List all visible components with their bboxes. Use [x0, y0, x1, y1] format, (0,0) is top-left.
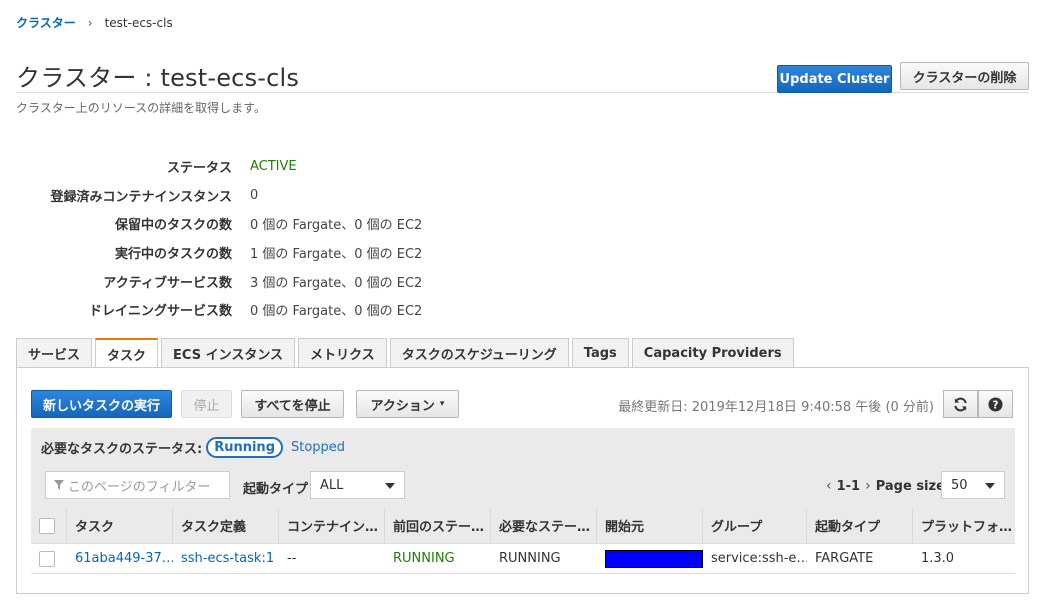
- caret-down-icon: ▾: [439, 399, 445, 409]
- page-subtitle: クラスター上のリソースの詳細を取得します。: [16, 101, 266, 115]
- redaction-block: [605, 549, 703, 568]
- filter-placeholder: このページのフィルター: [68, 479, 211, 495]
- svg-text:?: ?: [993, 399, 999, 411]
- stop-all-button[interactable]: すべてを停止: [241, 390, 344, 418]
- detail-value: 1 個の Fargate、0 個の EC2: [250, 246, 423, 262]
- page-filter-input[interactable]: このページのフィルター: [45, 471, 230, 499]
- breadcrumb: クラスター › test-ecs-cls: [16, 14, 173, 31]
- tab-capacity-providers[interactable]: Capacity Providers: [631, 338, 794, 368]
- filter-running-toggle[interactable]: Running: [206, 436, 283, 458]
- column-header-last-status[interactable]: 前回のステー…: [385, 508, 491, 543]
- actions-label: アクション: [370, 398, 435, 414]
- last-updated-text: 最終更新日: 2019年12月18日 9:40:58 午後 (0 分前): [618, 400, 934, 415]
- prev-page-icon[interactable]: ‹: [826, 478, 832, 494]
- tasks-panel: 新しいタスクの実行 停止 すべてを停止 アクション ▾ 最終更新日: 2019年…: [16, 367, 1029, 594]
- detail-label: ドレイニングサービス数: [88, 303, 232, 319]
- detail-label: ステータス: [166, 160, 232, 176]
- filter-icon: [54, 480, 64, 490]
- filter-bar: このページのフィルター 起動タイプ ALL ‹ 1-1 › Page size …: [31, 466, 1015, 508]
- desired-status-label: 必要なタスクのステータス:: [41, 441, 203, 457]
- detail-label: アクティブサービス数: [103, 275, 232, 291]
- column-header-platform[interactable]: プラットフォ…: [913, 508, 1011, 543]
- page-title: クラスター : test-ecs-cls: [16, 64, 300, 92]
- detail-row-active-services: アクティブサービス数 3 個の Fargate、0 個の EC2: [16, 267, 616, 295]
- table-header: タスク タスク定義 コンテナイン… 前回のステー… 必要なステー… 開始元 グル…: [31, 508, 1015, 544]
- page-size-value: 50: [951, 477, 968, 493]
- actions-dropdown[interactable]: アクション ▾: [356, 390, 459, 418]
- caret-down-icon: [985, 483, 995, 489]
- caret-down-icon: [385, 483, 395, 489]
- detail-label: 実行中のタスクの数: [114, 246, 232, 262]
- tab-task-scheduling[interactable]: タスクのスケジューリング: [389, 338, 569, 368]
- tab-services[interactable]: サービス: [16, 338, 93, 368]
- column-header-task-definition[interactable]: タスク定義: [173, 508, 279, 543]
- launch-type-label: 起動タイプ: [243, 482, 309, 497]
- detail-row-draining-services: ドレイニングサービス数 0 個の Fargate、0 個の EC2: [16, 295, 616, 323]
- refresh-button[interactable]: [943, 390, 978, 418]
- tab-metrics[interactable]: メトリクス: [298, 338, 387, 368]
- help-icon: ?: [988, 396, 1003, 412]
- filter-stopped-link[interactable]: Stopped: [291, 440, 345, 455]
- detail-row-pending-tasks: 保留中のタスクの数 0 個の Fargate、0 個の EC2: [16, 209, 616, 237]
- table-row: 61aba449-37… ssh-ecs-task:1 -- RUNNING R…: [31, 544, 1015, 574]
- detail-row-status: ステータス ACTIVE: [16, 152, 616, 180]
- started-by-cell: [597, 544, 703, 573]
- detail-label: 登録済みコンテナインスタンス: [50, 189, 232, 205]
- status-value: ACTIVE: [250, 158, 297, 174]
- row-checkbox[interactable]: [39, 550, 55, 567]
- pagination: ‹ 1-1 › Page size: [821, 478, 945, 494]
- task-status-filter: 必要なタスクのステータス: Running Stopped: [31, 428, 1015, 466]
- delete-cluster-button[interactable]: クラスターの削除: [900, 62, 1029, 90]
- select-all-cell: [31, 508, 67, 543]
- chevron-right-icon: ›: [87, 15, 93, 30]
- task-id-link[interactable]: 61aba449-37…: [67, 544, 173, 573]
- detail-value: 3 個の Fargate、0 個の EC2: [250, 275, 423, 291]
- detail-row-container-instances: 登録済みコンテナインスタンス 0: [16, 181, 616, 209]
- update-cluster-button[interactable]: Update Cluster: [777, 65, 892, 93]
- detail-value: 0 個の Fargate、0 個の EC2: [250, 303, 423, 319]
- tasks-table: タスク タスク定義 コンテナイン… 前回のステー… 必要なステー… 開始元 グル…: [31, 508, 1015, 574]
- column-header-started-by[interactable]: 開始元: [597, 508, 703, 543]
- tab-ecs-instances[interactable]: ECS インスタンス: [161, 338, 296, 368]
- page-range: 1-1: [836, 478, 861, 494]
- detail-row-running-tasks: 実行中のタスクの数 1 個の Fargate、0 個の EC2: [16, 238, 616, 266]
- launch-type-cell: FARGATE: [815, 551, 874, 566]
- detail-value: 0 個の Fargate、0 個の EC2: [250, 217, 423, 233]
- task-definition-link[interactable]: ssh-ecs-task:1: [173, 544, 279, 573]
- desired-status-cell: RUNNING: [499, 551, 561, 566]
- column-header-group[interactable]: グループ: [703, 508, 807, 543]
- page-size-label: Page size: [875, 478, 945, 494]
- last-status-cell: RUNNING: [393, 551, 455, 566]
- launch-type-select[interactable]: ALL: [310, 471, 405, 499]
- breadcrumb-current: test-ecs-cls: [104, 15, 173, 30]
- help-button[interactable]: ?: [978, 390, 1013, 418]
- detail-value: 0: [250, 187, 259, 203]
- launch-type-value: ALL: [320, 477, 344, 493]
- column-header-container-instance[interactable]: コンテナイン…: [279, 508, 385, 543]
- row-select-cell: [31, 544, 67, 573]
- container-instance-cell: --: [287, 551, 297, 566]
- detail-label: 保留中のタスクの数: [114, 217, 232, 233]
- tab-tasks[interactable]: タスク: [95, 338, 159, 369]
- column-header-launch-type[interactable]: 起動タイプ: [807, 508, 913, 543]
- column-header-task[interactable]: タスク: [67, 508, 173, 543]
- tab-bar: サービス タスク ECS インスタンス メトリクス タスクのスケジューリング T…: [16, 338, 797, 369]
- refresh-icon: [954, 397, 967, 411]
- stop-button[interactable]: 停止: [181, 390, 232, 418]
- tab-tags[interactable]: Tags: [571, 338, 629, 368]
- breadcrumb-clusters-link[interactable]: クラスター: [16, 14, 76, 31]
- group-cell: service:ssh-e…: [711, 551, 807, 566]
- column-header-desired-status[interactable]: 必要なステー…: [491, 508, 597, 543]
- page-size-select[interactable]: 50: [941, 471, 1005, 499]
- next-page-icon[interactable]: ›: [865, 478, 871, 494]
- select-all-checkbox[interactable]: [39, 517, 55, 534]
- platform-version-cell: 1.3.0: [921, 551, 955, 566]
- run-new-task-button[interactable]: 新しいタスクの実行: [31, 390, 172, 418]
